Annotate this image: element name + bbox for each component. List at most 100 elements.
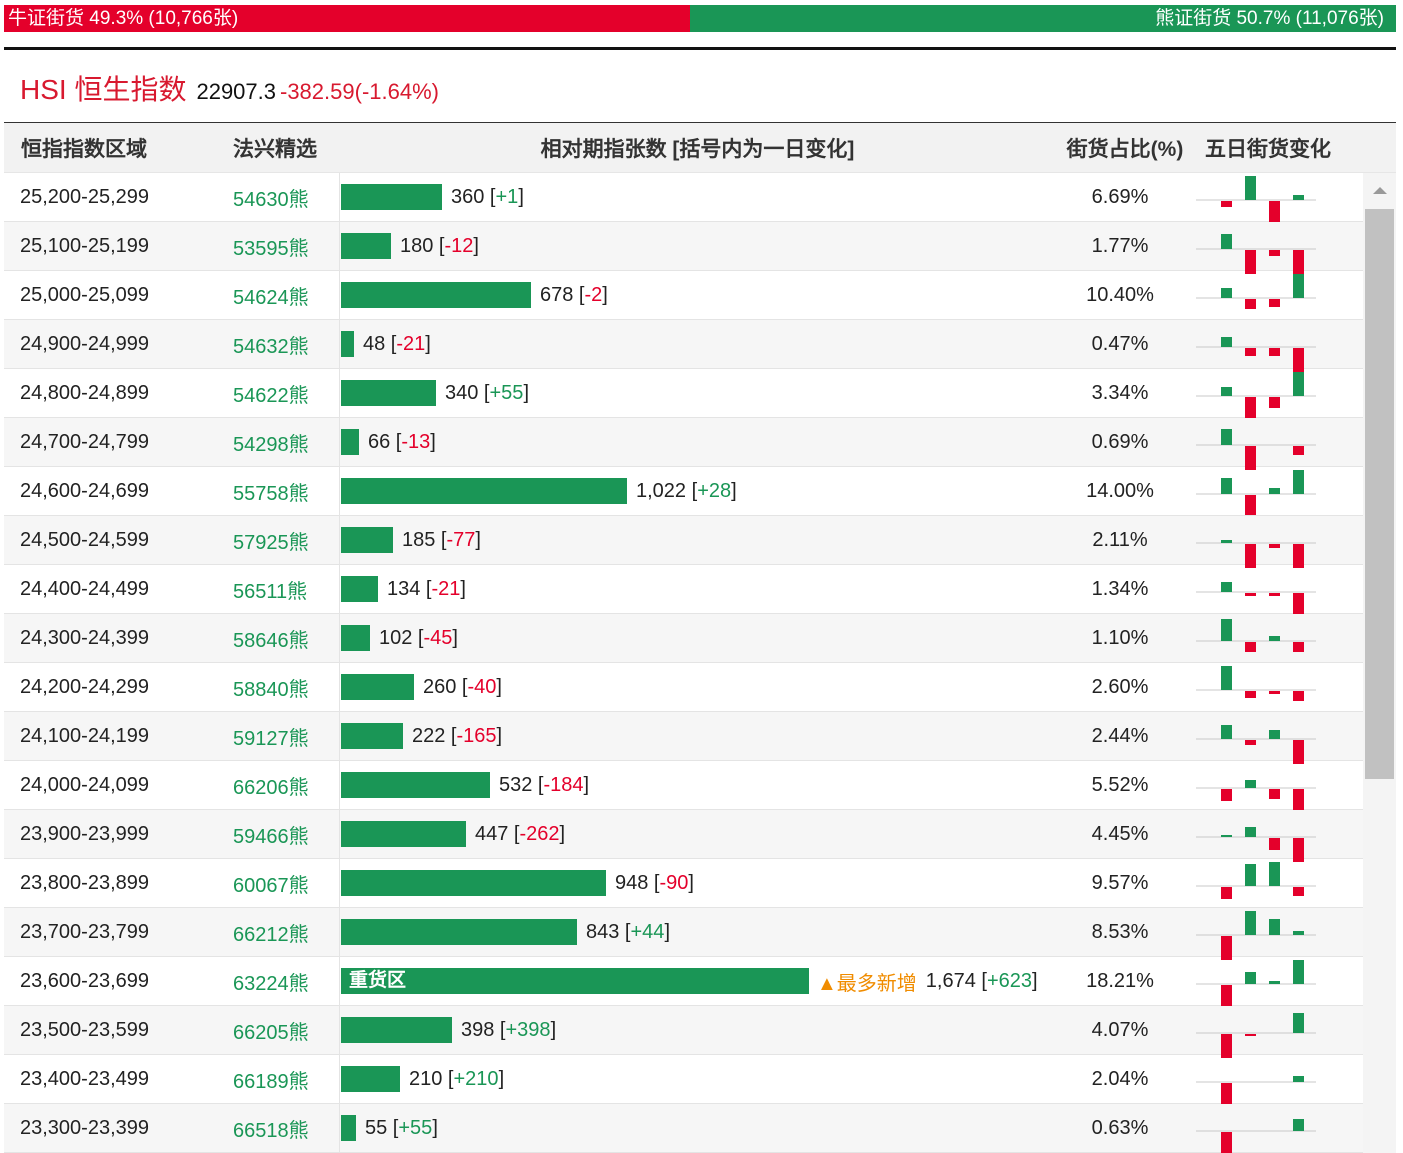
count-cell: 360 [+1]	[340, 173, 1055, 221]
warrant-code-link[interactable]: 54632熊	[210, 320, 340, 368]
five-day-sparkline	[1196, 176, 1316, 222]
sparkline-bar	[1269, 919, 1280, 935]
count-cell: 重货区 ▲最多新增 1,674 [+623]	[340, 957, 1055, 1005]
sparkline-bar	[1221, 387, 1232, 396]
count-cell: 210 [+210]	[340, 1055, 1055, 1103]
warrant-code-link[interactable]: 54622熊	[210, 369, 340, 417]
count-delta: -21	[431, 577, 461, 600]
header-count: 相对期指张数 [括号内为一日变化]	[540, 137, 855, 161]
warrant-code-link[interactable]: 58840熊	[210, 663, 340, 711]
five-day-sparkline	[1196, 540, 1316, 568]
warrant-code-link[interactable]: 66518熊	[210, 1104, 340, 1152]
count-delta: -77	[446, 528, 476, 551]
warrant-code-link[interactable]: 54298熊	[210, 418, 340, 466]
sparkline-bar	[1269, 348, 1280, 356]
sparkline-bar	[1293, 372, 1304, 396]
count-cell: 180 [-12]	[340, 222, 1055, 270]
warrant-code-link[interactable]: 63224熊	[210, 957, 340, 1005]
sparkline-bar	[1221, 725, 1232, 739]
five-day-change	[1185, 222, 1363, 274]
sparkline-bar	[1293, 691, 1304, 701]
share-pct: 2.44%	[1091, 724, 1149, 747]
five-day-change	[1185, 1006, 1363, 1058]
five-day-change	[1185, 614, 1363, 662]
sparkline-bar	[1245, 740, 1256, 745]
share-pct: 3.34%	[1091, 381, 1149, 404]
warrant-code-link[interactable]: 66205熊	[210, 1006, 340, 1054]
warrant-code-link[interactable]: 66189熊	[210, 1055, 340, 1103]
count-bar	[341, 674, 414, 700]
count-cell: 447 [-262]	[340, 810, 1055, 858]
share-pct: 2.04%	[1091, 1067, 1149, 1090]
count-number: 948	[615, 871, 649, 894]
five-day-sparkline	[1196, 582, 1316, 617]
index-range: 23,600-23,699	[20, 969, 150, 992]
count-bar	[341, 625, 370, 651]
count-delta: -21	[396, 332, 426, 355]
sparkline-bar	[1269, 730, 1280, 739]
table-row: 24,600-24,699 55758熊 1,022 [+28] 14.00%	[4, 467, 1363, 516]
share-pct: 1.10%	[1091, 626, 1149, 649]
warrant-code-link[interactable]: 59466熊	[210, 810, 340, 858]
count-bar	[341, 282, 531, 308]
index-range: 24,900-24,999	[20, 332, 150, 355]
count-delta: -2	[584, 283, 603, 306]
count-delta: -40	[467, 675, 497, 698]
warrant-code-link[interactable]: 59127熊	[210, 712, 340, 760]
warrant-code-link[interactable]: 66212熊	[210, 908, 340, 956]
five-day-sparkline	[1196, 725, 1316, 764]
scrollbar[interactable]	[1363, 173, 1396, 1153]
index-range: 23,300-23,399	[20, 1116, 150, 1139]
share-pct: 4.45%	[1091, 822, 1149, 845]
table-header: 恒指指数区域 法兴精选 相对期指张数 [括号内为一日变化] 街货占比(%) 五日…	[4, 123, 1396, 173]
table-row: 25,200-25,299 54630熊 360 [+1] 6.69%	[4, 173, 1363, 222]
warrant-code-link[interactable]: 60067熊	[210, 859, 340, 907]
sparkline-bar	[1269, 397, 1280, 408]
share-pct: 0.69%	[1091, 430, 1149, 453]
table-row: 24,000-24,099 66206熊 532 [-184] 5.52%	[4, 761, 1363, 813]
five-day-sparkline	[1196, 1076, 1316, 1107]
share-pct: 4.07%	[1091, 1018, 1149, 1041]
count-number: 55	[365, 1116, 388, 1139]
count-bar	[341, 478, 627, 504]
warrant-code-link[interactable]: 66206熊	[210, 761, 340, 809]
count-number: 185	[402, 528, 436, 551]
sparkline-bar	[1269, 691, 1280, 694]
header-pct: 街货占比(%)	[1066, 137, 1184, 161]
count-delta: +210	[453, 1067, 499, 1090]
table-row: 24,200-24,299 58840熊 260 [-40] 2.60%	[4, 663, 1363, 712]
warrant-code-link[interactable]: 54630熊	[210, 173, 340, 221]
sparkline-bar	[1293, 887, 1304, 896]
warrant-code-link[interactable]: 54624熊	[210, 271, 340, 319]
count-number: 678	[540, 283, 574, 306]
count-cell: 185 [-77]	[340, 516, 1055, 564]
sparkline-bar	[1221, 835, 1232, 837]
warrant-code-link[interactable]: 58646熊	[210, 614, 340, 662]
count-cell: 532 [-184]	[340, 761, 1055, 809]
heavy-zone-label: 重货区	[349, 970, 407, 991]
five-day-change	[1185, 418, 1363, 470]
count-number: 222	[412, 724, 446, 747]
count-value: 134 [-21]	[387, 577, 466, 600]
warrant-code-link[interactable]: 56511熊	[210, 565, 340, 613]
sparkline-bar	[1221, 666, 1232, 690]
count-cell: 340 [+55]	[340, 369, 1055, 417]
warrant-code-link[interactable]: 55758熊	[210, 467, 340, 515]
sparkline-bar	[1245, 691, 1256, 698]
sparkline-bar	[1245, 1034, 1256, 1036]
sparkline-bar	[1269, 250, 1280, 256]
count-number: 260	[423, 675, 457, 698]
index-range: 23,500-23,599	[20, 1018, 150, 1041]
share-pct: 2.11%	[1092, 528, 1148, 551]
count-delta: +398	[505, 1018, 551, 1041]
warrant-code-link[interactable]: 53595熊	[210, 222, 340, 270]
scroll-thumb[interactable]	[1365, 209, 1394, 779]
warrant-code-link[interactable]: 57925熊	[210, 516, 340, 564]
sparkline-bar	[1269, 636, 1280, 641]
share-pct: 10.40%	[1086, 283, 1154, 306]
sparkline-bar	[1221, 288, 1232, 298]
scroll-up-icon[interactable]	[1372, 187, 1387, 194]
count-value: 340 [+55]	[445, 381, 529, 404]
five-day-change	[1185, 369, 1363, 419]
count-delta: -12	[444, 234, 474, 257]
